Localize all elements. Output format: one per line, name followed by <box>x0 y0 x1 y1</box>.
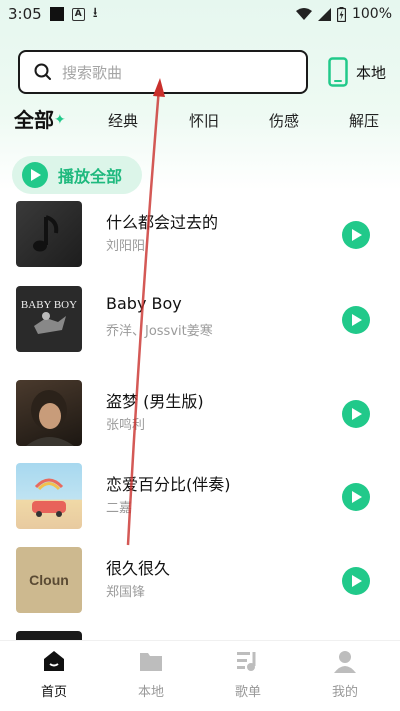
home-icon <box>44 651 64 671</box>
notification-a-icon: A <box>71 7 85 21</box>
svg-text:BABY BOY: BABY BOY <box>21 299 77 311</box>
portrait-cover-art <box>26 390 74 446</box>
profile-icon <box>334 651 356 673</box>
song-artist: 刘阳阳 <box>106 239 146 254</box>
nav-home[interactable]: 首页 <box>14 647 94 700</box>
folder-icon <box>140 653 162 671</box>
status-bar: 3:05 A ⭳ 100% <box>0 0 400 28</box>
play-all-button[interactable]: 播放全部 <box>12 156 142 194</box>
search-placeholder: 搜索歌曲 <box>62 63 123 82</box>
phone-icon <box>328 57 348 87</box>
nav-profile-label: 我的 <box>331 685 358 700</box>
play-button[interactable] <box>342 306 370 334</box>
album-cover: Cloun <box>16 547 82 613</box>
play-button[interactable] <box>342 400 370 428</box>
play-icon <box>351 575 362 587</box>
local-button[interactable]: 本地 <box>328 56 386 88</box>
play-all-label: 播放全部 <box>58 167 123 186</box>
playlist-icon <box>237 652 256 671</box>
nav-playlist-label: 歌单 <box>234 685 261 700</box>
song-title: Baby Boy <box>106 294 182 313</box>
tab-relax[interactable]: 解压 <box>349 110 379 131</box>
battery-icon <box>336 6 346 22</box>
play-icon <box>351 408 362 420</box>
tab-classic[interactable]: 经典 <box>108 110 138 131</box>
song-item-partial <box>0 631 400 640</box>
play-button[interactable] <box>342 567 370 595</box>
album-cover <box>16 380 82 446</box>
notification-square-icon <box>49 7 64 21</box>
nav-home-label: 首页 <box>40 685 67 700</box>
sparkle-icon: ✦ <box>54 112 66 128</box>
nav-profile[interactable]: 我的 <box>305 647 385 700</box>
download-icon: ⭳ <box>92 5 98 21</box>
song-artist: 二嘉 <box>106 501 133 516</box>
play-icon <box>351 491 362 503</box>
play-icon <box>351 229 362 241</box>
album-cover <box>16 631 82 640</box>
song-item[interactable]: BABY BOY Baby Boy 乔洋、Jossvit姜寒 <box>0 286 400 370</box>
baby-boy-cover-art: BABY BOY <box>21 299 77 334</box>
battery-percent: 100% <box>351 6 392 22</box>
song-item[interactable]: 恋爱百分比(伴奏) 二嘉 <box>0 463 400 547</box>
music-note-icon <box>33 215 59 252</box>
song-artist: 乔洋、Jossvit姜寒 <box>106 324 213 339</box>
status-right: 100% <box>295 6 392 22</box>
local-button-label: 本地 <box>356 63 387 82</box>
album-cover <box>16 201 82 267</box>
play-icon <box>351 314 362 326</box>
song-title: 恋爱百分比(伴奏) <box>106 475 231 494</box>
tab-all[interactable]: 全部 <box>14 104 54 133</box>
play-all-icon <box>22 162 48 188</box>
category-tabs: 全部 ✦ 经典 怀旧 伤感 解压 <box>0 104 400 140</box>
song-item[interactable]: 什么都会过去的 刘阳阳 <box>0 201 400 285</box>
status-time: 3:05 <box>8 5 42 23</box>
nav-playlist[interactable]: 歌单 <box>208 647 288 700</box>
svg-text:Cloun: Cloun <box>29 572 69 588</box>
signal-icon <box>317 7 331 21</box>
song-title: 什么都会过去的 <box>106 213 219 232</box>
song-artist: 张鸣利 <box>106 418 146 433</box>
song-title: 很久很久 <box>106 559 171 578</box>
beach-bus-cover-art <box>32 478 66 517</box>
play-button[interactable] <box>342 221 370 249</box>
song-item[interactable]: 盗梦 (男生版) 张鸣利 <box>0 380 400 464</box>
tab-sad[interactable]: 伤感 <box>269 110 299 131</box>
album-cover <box>16 463 82 529</box>
song-title: 盗梦 (男生版) <box>106 392 204 411</box>
song-item[interactable]: Cloun 很久很久 郑国锋 <box>0 547 400 631</box>
wifi-icon <box>295 7 312 20</box>
album-cover: BABY BOY <box>16 286 82 352</box>
nav-local-label: 本地 <box>137 685 164 700</box>
bottom-nav: 首页 本地 歌单 我的 <box>0 640 400 711</box>
nav-local[interactable]: 本地 <box>111 647 191 700</box>
tab-nostalgic[interactable]: 怀旧 <box>189 110 219 131</box>
search-icon <box>34 63 51 80</box>
cloun-cover-art: Cloun <box>29 572 69 588</box>
song-artist: 郑国锋 <box>106 585 146 600</box>
play-button[interactable] <box>342 483 370 511</box>
search-input[interactable]: 搜索歌曲 <box>18 50 308 94</box>
